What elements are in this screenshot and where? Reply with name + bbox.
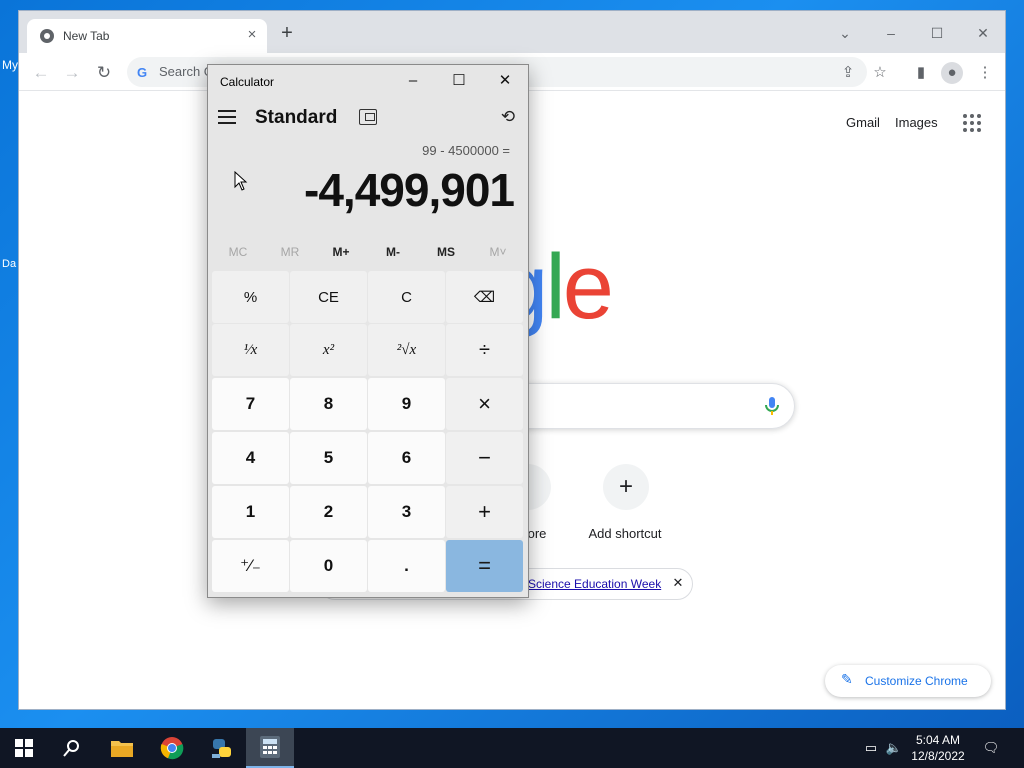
memory-add-button[interactable]: M+ (315, 245, 367, 261)
mode-title: Standard (255, 107, 338, 128)
backspace-icon[interactable]: ⌫ (446, 271, 523, 323)
tab-close-icon[interactable]: × (245, 26, 259, 44)
plus-button[interactable]: + (446, 486, 523, 538)
three-button[interactable]: 3 (368, 486, 445, 538)
images-link[interactable]: Images (895, 115, 938, 130)
add-shortcut-tile[interactable]: + Add shortcut (569, 464, 681, 554)
clear-button[interactable]: C (368, 271, 445, 323)
volume-icon[interactable]: 🔈 (884, 738, 904, 758)
one-button[interactable]: 1 (212, 486, 289, 538)
minus-button[interactable]: − (446, 432, 523, 484)
desktop-icon-label[interactable]: Da (2, 258, 16, 270)
memory-store-button[interactable]: MS (420, 245, 472, 261)
plus-icon: + (603, 464, 649, 510)
nine-button[interactable]: 9 (368, 378, 445, 430)
memory-list-button[interactable]: M˅ (472, 245, 524, 261)
file-explorer-icon[interactable] (98, 728, 146, 768)
four-button[interactable]: 4 (212, 432, 289, 484)
clock-date: 12/8/2022 (911, 749, 965, 763)
clear-entry-button[interactable]: CE (290, 271, 367, 323)
profile-avatar-icon[interactable]: ● (941, 62, 963, 84)
six-button[interactable]: 6 (368, 432, 445, 484)
forward-icon[interactable]: → (62, 63, 82, 83)
notification-icon[interactable]: 🗨 (981, 738, 1001, 758)
five-button[interactable]: 5 (290, 432, 367, 484)
python-app-icon[interactable] (198, 728, 246, 768)
eight-button[interactable]: 8 (290, 378, 367, 430)
customize-label: Customize Chrome (865, 674, 968, 688)
chip-link[interactable]: Science Education Week (528, 577, 661, 591)
bookmark-star-icon[interactable]: ☆ (869, 62, 891, 84)
decimal-button[interactable]: . (368, 540, 445, 592)
chrome-menu-icon[interactable]: ⋮ (974, 62, 996, 84)
tab-new-tab[interactable]: New Tab × (27, 19, 267, 53)
windows-logo-icon (15, 739, 33, 757)
address-placeholder: Search G (159, 64, 214, 79)
shortcut-label: Add shortcut (588, 526, 662, 541)
clock-time: 5:04 AM (915, 733, 961, 747)
scrollbar[interactable] (1005, 79, 1006, 659)
memory-clear-button[interactable]: MC (212, 245, 264, 261)
pencil-icon: ✎ (841, 671, 853, 687)
two-button[interactable]: 2 (290, 486, 367, 538)
chip-close-icon[interactable]: ✕ (670, 575, 686, 593)
negate-button[interactable]: ⁺⁄₋ (212, 540, 289, 592)
voice-search-icon[interactable] (760, 394, 784, 418)
tab-search-icon[interactable]: ⌄ (831, 19, 859, 47)
navigation-menu-icon[interactable] (218, 110, 236, 124)
chrome-taskbar-icon[interactable] (148, 728, 196, 768)
calc-maximize-button[interactable]: ☐ (436, 65, 482, 97)
network-icon[interactable]: ▭ (861, 738, 881, 758)
close-button[interactable]: ✕ (969, 19, 997, 47)
history-icon[interactable]: ⟲ (498, 107, 518, 127)
equals-button[interactable]: = (446, 540, 523, 592)
calc-minimize-button[interactable]: – (390, 65, 436, 97)
gmail-link[interactable]: Gmail (846, 115, 880, 130)
mouse-cursor-icon (234, 171, 248, 191)
reciprocal-button[interactable]: ¹⁄x (212, 324, 289, 376)
chrome-favicon-icon (40, 29, 54, 43)
taskbar: ▭ 🔈 5:04 AM 12/8/2022 🗨 (0, 728, 1024, 768)
calculator-taskbar-icon[interactable] (246, 728, 294, 768)
multiply-button[interactable]: × (446, 378, 523, 430)
memory-subtract-button[interactable]: M- (367, 245, 419, 261)
share-icon[interactable]: ⇪ (837, 62, 859, 84)
square-button[interactable]: x² (290, 324, 367, 376)
square-root-button[interactable]: ²√x (368, 324, 445, 376)
side-panel-icon[interactable]: ▮ (910, 62, 932, 84)
desktop-icon-label[interactable]: My (2, 58, 18, 72)
memory-recall-button[interactable]: MR (264, 245, 316, 261)
percent-button[interactable]: % (212, 271, 289, 323)
zero-button[interactable]: 0 (290, 540, 367, 592)
result-display: -4,499,901 (304, 164, 515, 216)
search-icon[interactable] (48, 728, 96, 768)
maximize-button[interactable]: ☐ (923, 19, 951, 47)
new-tab-button[interactable]: + (277, 23, 297, 43)
divide-button[interactable]: ÷ (446, 324, 523, 376)
customize-chrome-button[interactable]: ✎ Customize Chrome (825, 665, 991, 697)
calculator-title: Calculator (220, 75, 275, 89)
calc-close-button[interactable]: ✕ (482, 65, 528, 97)
google-g-icon: G (137, 65, 148, 80)
google-apps-icon[interactable] (963, 114, 981, 132)
tab-title: New Tab (63, 29, 110, 43)
start-button[interactable] (0, 728, 48, 768)
reload-icon[interactable]: ↻ (94, 63, 114, 83)
tab-strip: New Tab × + ⌄ – ☐ ✕ (19, 11, 1005, 53)
minimize-button[interactable]: – (877, 19, 905, 47)
expression-display: 99 - 4500000 = (422, 143, 510, 158)
back-icon[interactable]: ← (31, 63, 51, 83)
system-clock[interactable]: 5:04 AM 12/8/2022 (908, 732, 968, 764)
keep-on-top-icon[interactable] (359, 109, 377, 125)
calculator-window: Calculator – ☐ ✕ Standard ⟲ 99 - 4500000… (207, 64, 529, 598)
seven-button[interactable]: 7 (212, 378, 289, 430)
